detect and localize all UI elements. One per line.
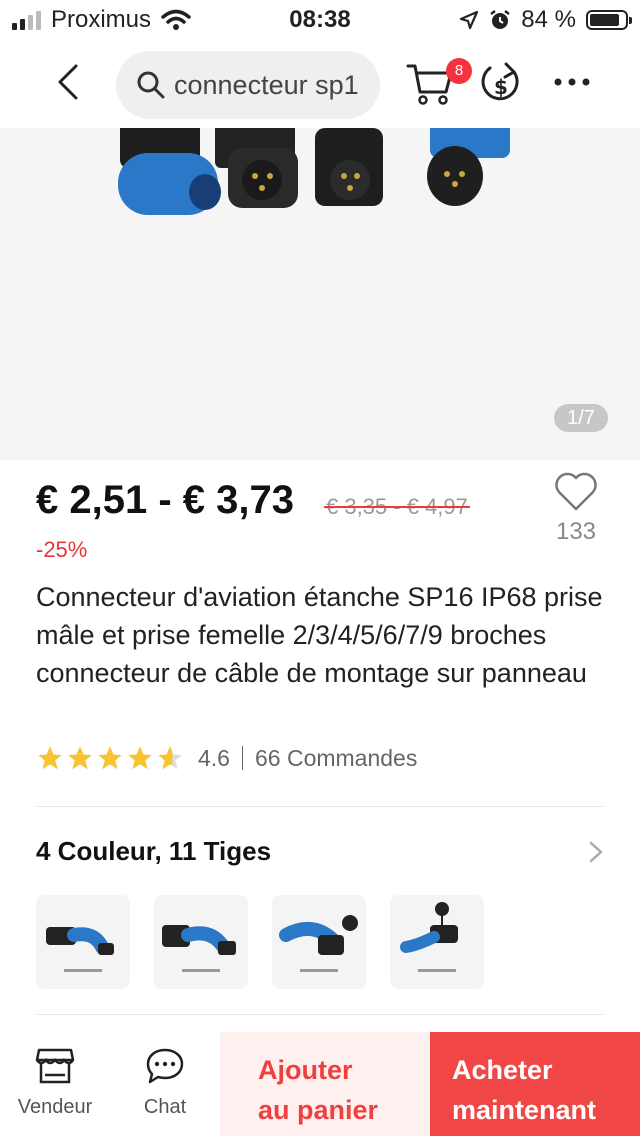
battery-icon [586,10,632,30]
more-icon[interactable] [552,74,592,90]
coin-icon[interactable]: $ [480,60,522,106]
store-icon [35,1048,75,1084]
chat-tab[interactable]: Chat [110,1032,220,1136]
variant-thumbnail[interactable] [272,895,366,989]
bottom-action-bar: Vendeur Chat Ajouter au panier Acheter m… [0,1032,640,1136]
star-icon [68,746,92,770]
star-icon [128,746,152,770]
add-to-cart-button[interactable]: Ajouter au panier [220,1032,430,1136]
location-icon [460,10,479,30]
battery-percent: 84 % [521,6,576,33]
heart-icon[interactable] [554,470,598,512]
buy-now-label-line1: Acheter [452,1055,553,1085]
price-range: € 2,51 - € 3,73 [36,478,294,522]
chevron-right-icon[interactable] [588,840,604,864]
discount-label: -25% [36,537,88,562]
buy-now-label-line2: maintenant [452,1095,597,1125]
connector-photo [118,128,510,215]
vendor-label: Vendeur [17,1096,93,1118]
top-nav: connecteur sp1 8 $ [0,46,640,126]
variant-thumbnail[interactable] [36,895,130,989]
search-bar[interactable]: connecteur sp1 [116,51,380,119]
original-price: € 3,35 - € 4,97 [324,494,470,519]
chat-icon [146,1048,184,1084]
star-half-icon [158,746,182,770]
wishlist-count: 133 [555,518,597,545]
buy-now-button[interactable]: Acheter maintenant [430,1032,640,1136]
back-icon[interactable] [48,60,92,104]
status-right: 84 % [459,6,632,34]
variants-label[interactable]: 4 Couleur, 11 Tiges [36,836,271,867]
chat-label: Chat [143,1096,187,1118]
search-query: connecteur sp1 [174,69,359,100]
variant-thumbnails [36,895,484,989]
search-icon [137,71,165,99]
variant-thumbnail[interactable] [154,895,248,989]
orders-count: 66 Commandes [254,744,418,771]
divider [241,746,243,770]
status-bar: Proximus 08:38 84 % [0,0,640,40]
add-to-cart-label-line1: Ajouter [258,1055,353,1085]
rating-row[interactable]: 4.6 66 Commandes [36,740,417,776]
add-to-cart-label-line2: au panier [258,1095,379,1125]
vendor-tab[interactable]: Vendeur [0,1032,110,1136]
variant-thumbnail[interactable] [390,895,484,989]
rating-value: 4.6 [198,744,230,771]
divider [36,806,604,807]
image-pager: 1/7 [554,404,608,432]
star-icon [98,746,122,770]
product-title: Connecteur d'aviation étanche SP16 IP68 … [36,582,603,688]
divider [36,1014,604,1015]
cart-count-badge: 8 [446,58,472,84]
star-icon [38,746,62,770]
rating-stars [36,744,184,772]
svg-text:$: $ [494,75,508,99]
alarm-icon [490,10,511,29]
product-image[interactable] [0,128,640,460]
